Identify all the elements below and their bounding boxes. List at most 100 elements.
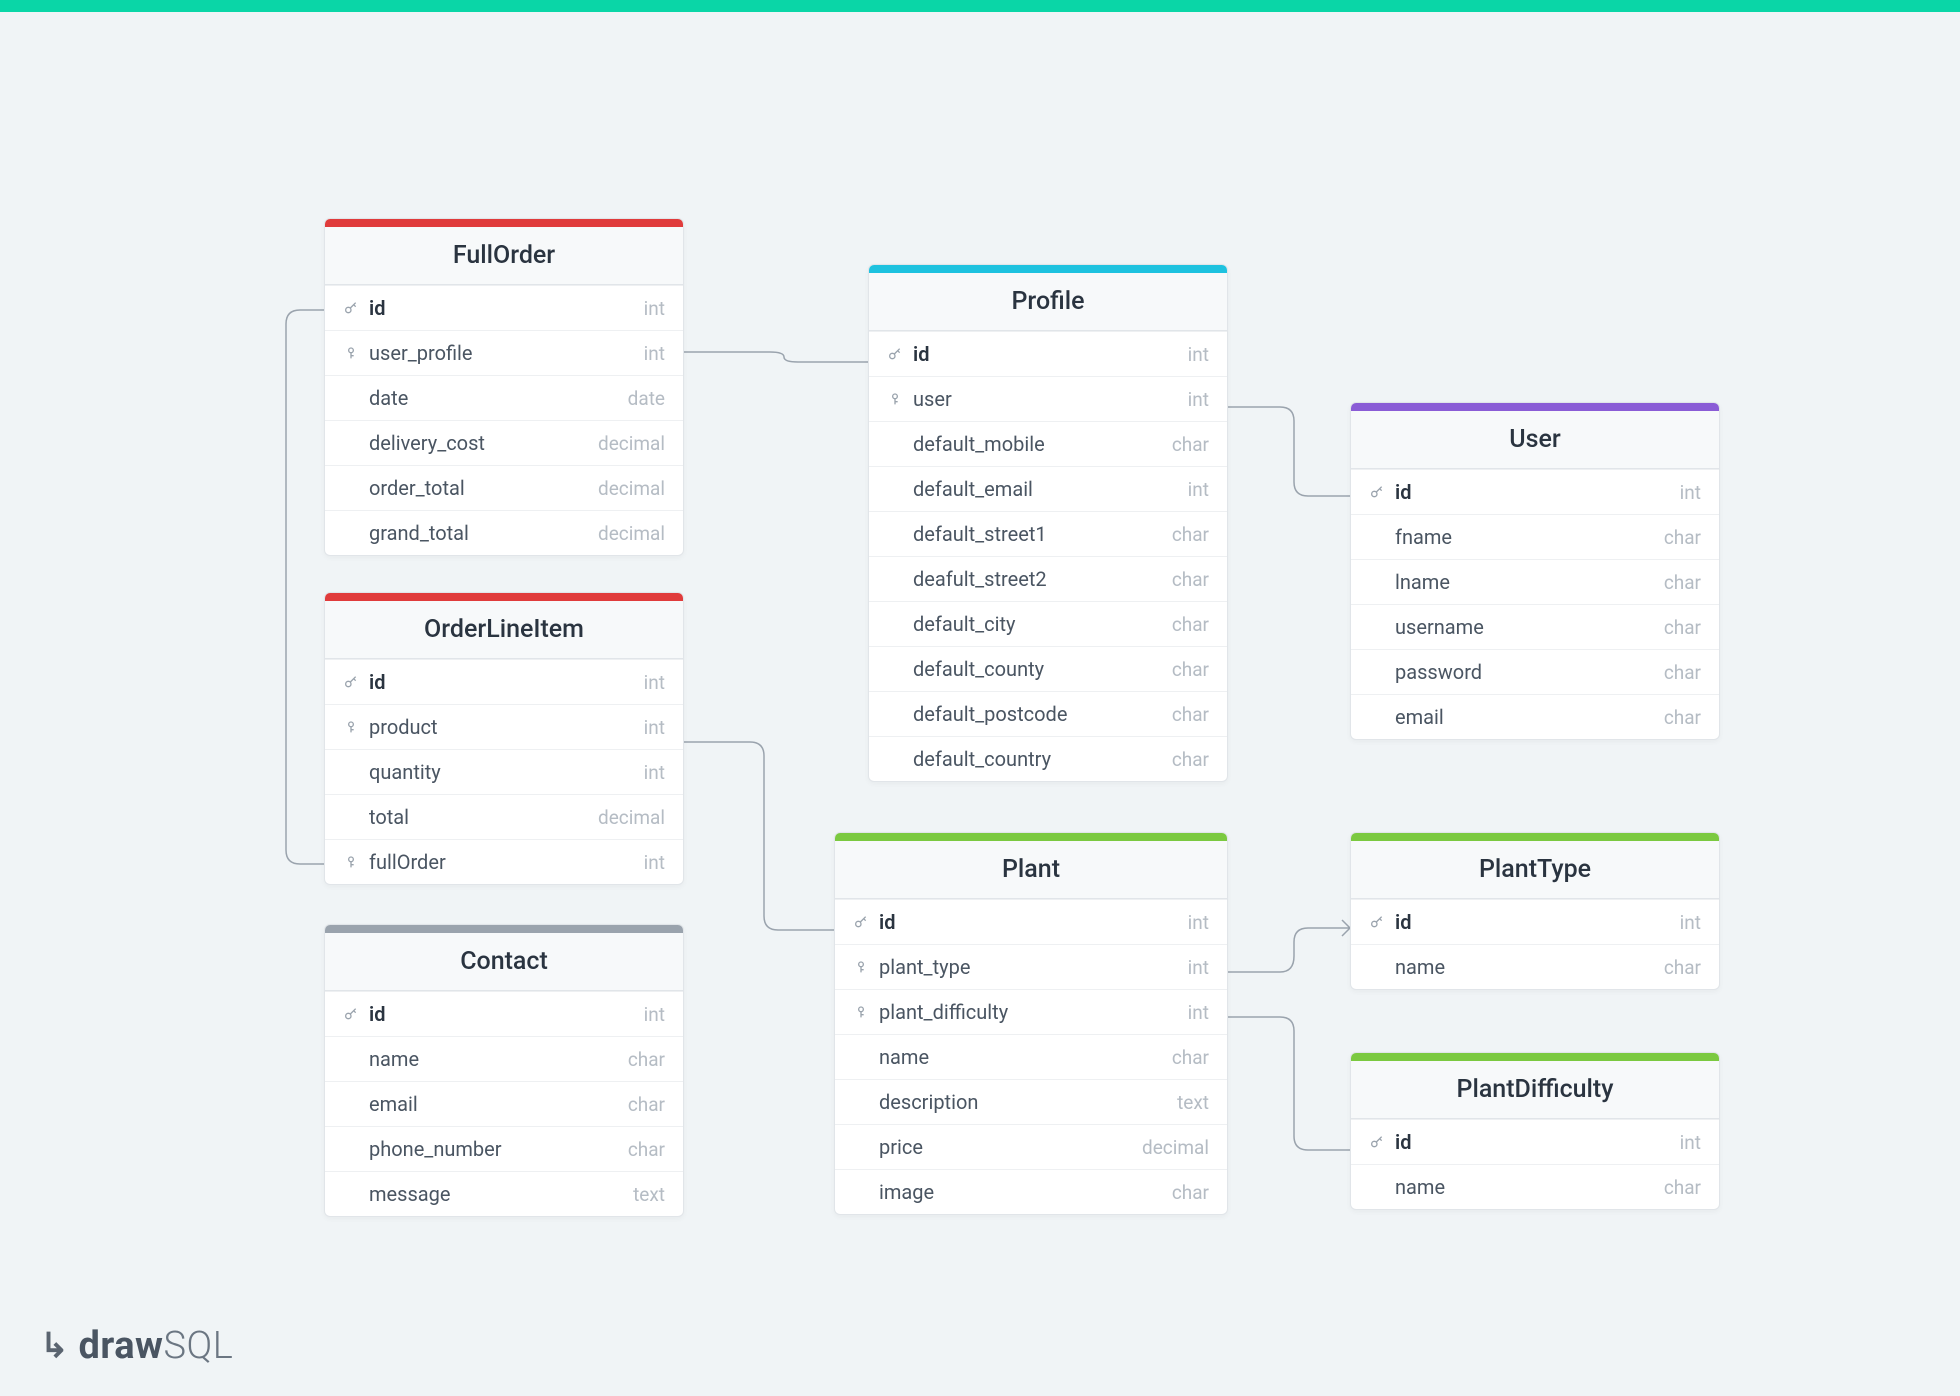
column-type: decimal	[1142, 1136, 1209, 1159]
table-row[interactable]: fnamechar	[1351, 514, 1719, 559]
column-name: email	[1395, 705, 1444, 729]
table-row[interactable]: grand_totaldecimal	[325, 510, 683, 555]
table-row[interactable]: idint	[869, 331, 1227, 376]
table-row[interactable]: default_postcodechar	[869, 691, 1227, 736]
table-row[interactable]: order_totaldecimal	[325, 465, 683, 510]
table-contact[interactable]: Contactidintnamecharemailcharphone_numbe…	[324, 924, 684, 1217]
table-row[interactable]: default_street1char	[869, 511, 1227, 556]
table-row[interactable]: namechar	[1351, 1164, 1719, 1209]
table-row[interactable]: idint	[835, 899, 1227, 944]
table-row[interactable]: emailchar	[325, 1081, 683, 1126]
relationship-connector[interactable]	[1228, 920, 1350, 972]
table-row[interactable]: default_citychar	[869, 601, 1227, 646]
relationship-connector[interactable]	[684, 742, 834, 930]
table-orderlineitem[interactable]: OrderLineItemidintproductintquantityintt…	[324, 592, 684, 885]
column-name: username	[1395, 615, 1484, 639]
column-name: total	[369, 805, 409, 829]
column-type: char	[628, 1048, 665, 1071]
table-fullorder[interactable]: FullOrderidintuser_profileintdatedatedel…	[324, 218, 684, 556]
table-user[interactable]: Useridintfnamecharlnamecharusernamecharp…	[1350, 402, 1720, 740]
column-type: char	[1172, 703, 1209, 726]
diagram-canvas[interactable]: FullOrderidintuser_profileintdatedatedel…	[0, 12, 1960, 1396]
column-name: default_mobile	[913, 432, 1045, 456]
table-row[interactable]: delivery_costdecimal	[325, 420, 683, 465]
table-row[interactable]: idint	[325, 659, 683, 704]
row-left: id	[1369, 910, 1411, 934]
table-accent-bar	[869, 265, 1227, 273]
table-row[interactable]: userint	[869, 376, 1227, 421]
row-left: default_mobile	[887, 432, 1045, 456]
table-row[interactable]: totaldecimal	[325, 794, 683, 839]
row-left: fullOrder	[343, 850, 446, 874]
table-title[interactable]: PlantType	[1351, 841, 1719, 899]
table-row[interactable]: messagetext	[325, 1171, 683, 1216]
table-row[interactable]: lnamechar	[1351, 559, 1719, 604]
row-left: plant_difficulty	[853, 1000, 1008, 1024]
table-profile[interactable]: Profileidintuserintdefault_mobilechardef…	[868, 264, 1228, 782]
table-row[interactable]: plant_difficultyint	[835, 989, 1227, 1034]
relationship-connector[interactable]	[1228, 407, 1350, 496]
table-accent-bar	[1351, 833, 1719, 841]
table-row[interactable]: productint	[325, 704, 683, 749]
column-type: char	[1664, 661, 1701, 684]
table-row[interactable]: user_profileint	[325, 330, 683, 375]
table-row[interactable]: imagechar	[835, 1169, 1227, 1214]
table-row[interactable]: default_countrychar	[869, 736, 1227, 781]
icon-spacer	[853, 1049, 869, 1065]
row-left: name	[343, 1047, 419, 1071]
column-name: phone_number	[369, 1137, 502, 1161]
table-title[interactable]: Plant	[835, 841, 1227, 899]
foreign-key-icon	[343, 854, 359, 870]
table-row[interactable]: usernamechar	[1351, 604, 1719, 649]
table-title[interactable]: Profile	[869, 273, 1227, 331]
table-row[interactable]: idint	[1351, 1119, 1719, 1164]
column-name: id	[1395, 480, 1411, 504]
icon-spacer	[853, 1094, 869, 1110]
table-planttype[interactable]: PlantTypeidintnamechar	[1350, 832, 1720, 990]
table-row[interactable]: plant_typeint	[835, 944, 1227, 989]
table-row[interactable]: idint	[1351, 899, 1719, 944]
logo-text-bold: draw	[79, 1324, 164, 1368]
table-title[interactable]: FullOrder	[325, 227, 683, 285]
table-row[interactable]: deafult_street2char	[869, 556, 1227, 601]
table-row[interactable]: pricedecimal	[835, 1124, 1227, 1169]
table-title[interactable]: OrderLineItem	[325, 601, 683, 659]
table-row[interactable]: phone_numberchar	[325, 1126, 683, 1171]
table-plant[interactable]: Plantidintplant_typeintplant_difficultyi…	[834, 832, 1228, 1215]
icon-spacer	[887, 706, 903, 722]
column-name: default_city	[913, 612, 1016, 636]
table-row[interactable]: default_mobilechar	[869, 421, 1227, 466]
table-row[interactable]: namechar	[1351, 944, 1719, 989]
table-row[interactable]: descriptiontext	[835, 1079, 1227, 1124]
table-row[interactable]: idint	[325, 285, 683, 330]
relationship-connector[interactable]	[684, 352, 868, 362]
relationship-connector[interactable]	[286, 310, 324, 864]
table-title[interactable]: Contact	[325, 933, 683, 991]
table-row[interactable]: datedate	[325, 375, 683, 420]
foreign-key-icon	[343, 719, 359, 735]
table-row[interactable]: quantityint	[325, 749, 683, 794]
table-title[interactable]: User	[1351, 411, 1719, 469]
column-name: default_email	[913, 477, 1033, 501]
table-row[interactable]: default_emailint	[869, 466, 1227, 511]
table-title[interactable]: PlantDifficulty	[1351, 1061, 1719, 1119]
column-name: default_county	[913, 657, 1044, 681]
column-name: default_country	[913, 747, 1051, 771]
table-row[interactable]: name char	[325, 1036, 683, 1081]
table-row[interactable]: default_countychar	[869, 646, 1227, 691]
row-left: plant_type	[853, 955, 970, 979]
table-row[interactable]: namechar	[835, 1034, 1227, 1079]
table-row[interactable]: fullOrderint	[325, 839, 683, 884]
column-type: int	[644, 1003, 665, 1026]
row-left: order_total	[343, 476, 465, 500]
row-left: email	[343, 1092, 418, 1116]
table-plantdifficulty[interactable]: PlantDifficultyidintnamechar	[1350, 1052, 1720, 1210]
table-row[interactable]: passwordchar	[1351, 649, 1719, 694]
table-row[interactable]: idint	[1351, 469, 1719, 514]
row-left: default_city	[887, 612, 1016, 636]
table-row[interactable]: idint	[325, 991, 683, 1036]
column-type: int	[644, 716, 665, 739]
row-left: id	[343, 670, 385, 694]
table-row[interactable]: emailchar	[1351, 694, 1719, 739]
relationship-connector[interactable]	[1228, 1017, 1350, 1150]
